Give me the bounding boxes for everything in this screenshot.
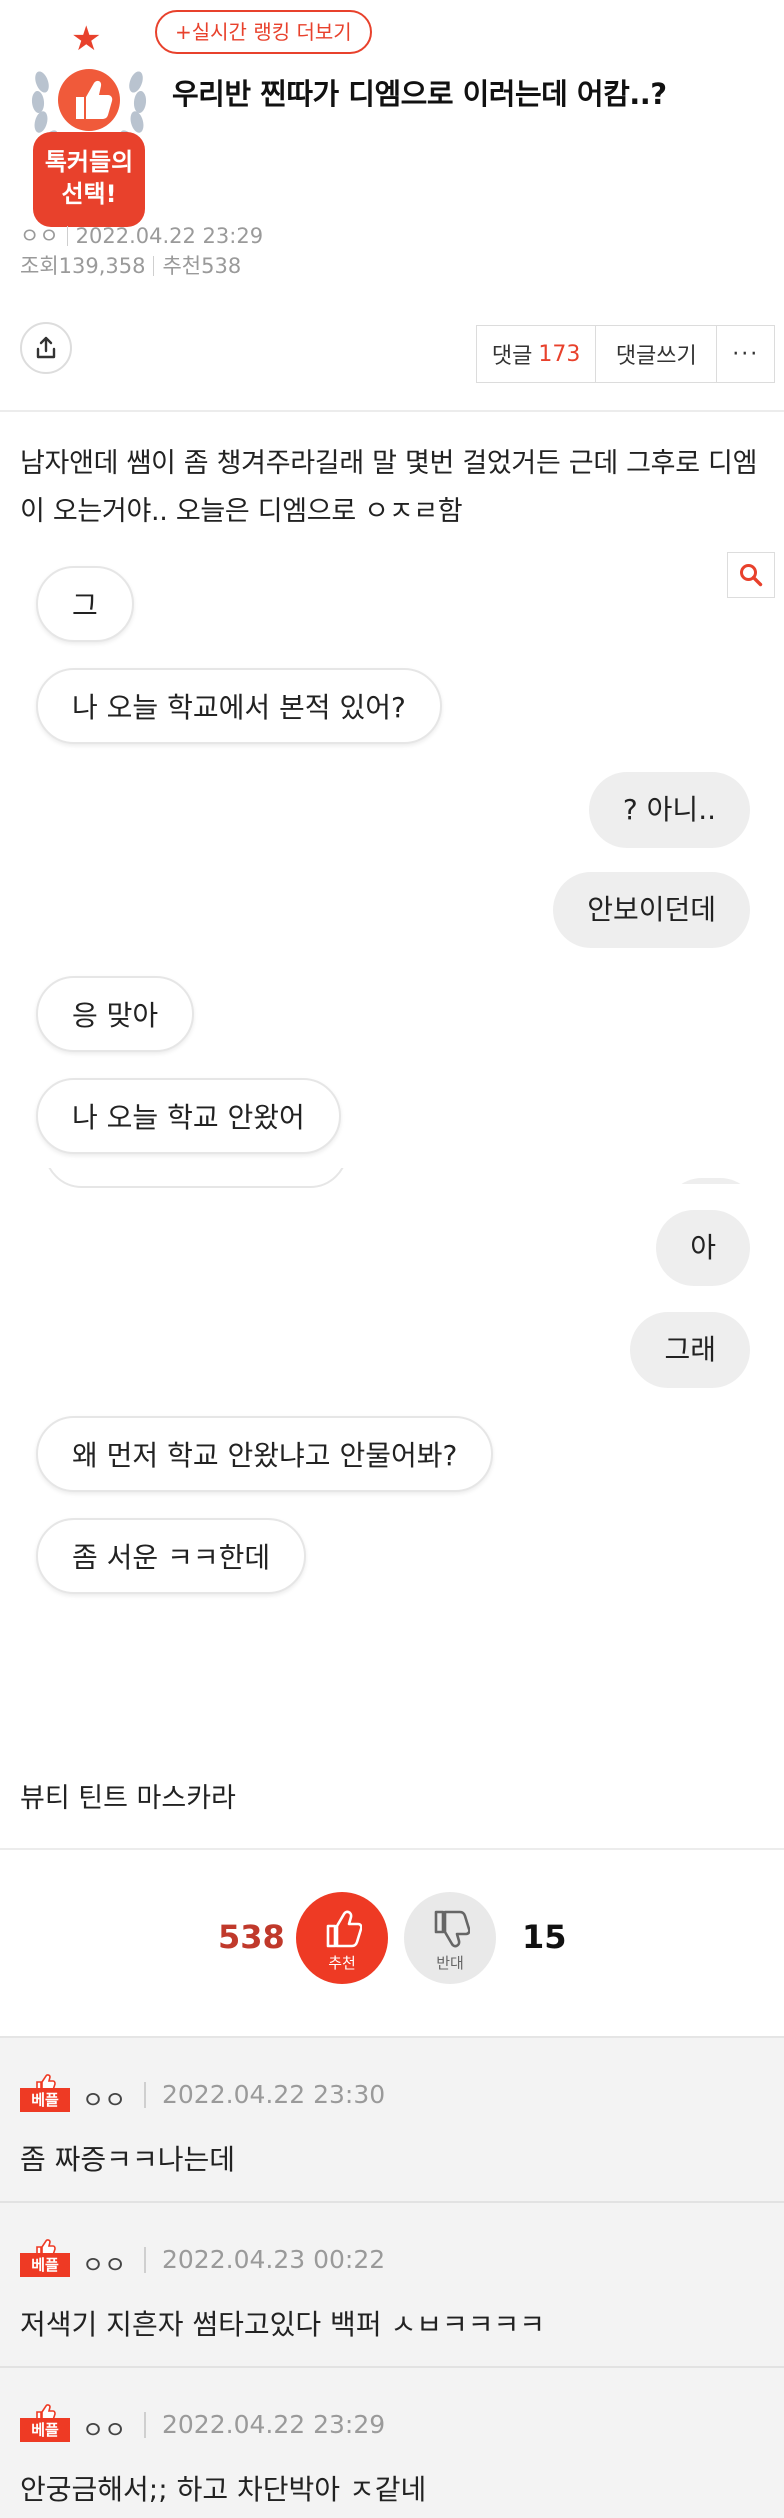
chat-bubble-received: 나 오늘 학교 안왔어 (36, 1078, 341, 1154)
divider (153, 256, 155, 276)
best-comment-badge: 베플 (20, 2074, 70, 2112)
divider (66, 226, 68, 246)
more-options-button[interactable]: ··· (717, 326, 774, 382)
post-intro-text: 남자앤데 쌤이 좀 챙겨주라길래 말 몇번 걸었거든 근데 그후로 디엠이 오는… (20, 448, 758, 527)
comments-label: 댓글 (491, 344, 533, 369)
author-name: ㅇㅇ (20, 224, 59, 248)
views-label: 조회 (20, 254, 59, 278)
downvote-label: 반대 (436, 1954, 464, 1972)
search-icon (740, 564, 763, 587)
comment-date: 2022.04.22 23:30 (162, 2080, 386, 2109)
comment-item: 베플 ㅇㅇ 2022.04.23 00:22 저색기 지흔자 썸타고있다 백퍼 … (0, 2203, 784, 2368)
divider (0, 410, 784, 412)
comment-author: ㅇㅇ (82, 2086, 127, 2114)
best-comment-badge: 베플 (20, 2239, 70, 2277)
divider (144, 2082, 146, 2108)
post-header: ★ 톡커들의 선택! +실시간 랭킹 더보기 우리반 찐따가 디엠으로 이러는데… (0, 0, 784, 300)
chat-bubble-sent: 안보이던데 (553, 872, 750, 948)
views-count: 139,358 (58, 254, 146, 278)
write-comment-button[interactable]: 댓글쓰기 (596, 326, 718, 382)
comment-text: 좀 짜증ㅋㅋ나는데 (20, 2143, 235, 2176)
chat-bubble-cropped (44, 1168, 344, 1192)
post-date: 2022.04.22 23:29 (75, 224, 264, 248)
chat-bubble-cropped (664, 1178, 758, 1184)
upvote-count: 538 (218, 1918, 285, 1956)
badge-label: 톡커들의 선택! (33, 132, 145, 227)
comments-count: 173 (538, 341, 581, 367)
chat-bubble-sent: ? 아니.. (588, 772, 750, 848)
best-badge-label: 베플 (20, 2253, 70, 2277)
likes-label: 추천 (162, 254, 202, 278)
comment-item: 베플 ㅇㅇ 2022.04.22 23:29 안궁금해서;; 하고 차단박아 ㅈ… (0, 2368, 784, 2518)
comments-button[interactable]: 댓글 173 (477, 326, 597, 382)
chat-bubble-received: 나 오늘 학교에서 본적 있어? (36, 668, 442, 744)
comment-author: ㅇㅇ (82, 2251, 127, 2279)
share-button[interactable] (20, 322, 72, 374)
thumbs-up-icon (326, 1910, 362, 1948)
comment-date: 2022.04.22 23:29 (162, 2410, 386, 2439)
chat-bubble-received: 그 (36, 566, 134, 642)
post-meta-stats: 조회139,358 추천538 (20, 250, 241, 280)
chat-bubble-received: 좀 서운 ㅋㅋ한데 (36, 1518, 307, 1594)
comment-text: 저색기 지흔자 썸타고있다 백퍼 ㅅㅂㅋㅋㅋㅋ (20, 2308, 546, 2341)
post-meta-author: ㅇㅇ 2022.04.22 23:29 (20, 220, 263, 250)
page-title: 우리반 찐따가 디엠으로 이러는데 어캄..? (172, 77, 667, 111)
talkers-choice-badge: ★ 톡커들의 선택! (24, 19, 154, 227)
upvote-button[interactable]: 추천 (296, 1892, 388, 1984)
chat-bubble-received: 응 맞아 (36, 976, 195, 1052)
best-comment-badge: 베플 (20, 2404, 70, 2442)
best-badge-label: 베플 (20, 2418, 70, 2442)
comment-date: 2022.04.23 00:22 (162, 2245, 386, 2274)
comment-author: ㅇㅇ (82, 2416, 127, 2444)
thumbs-up-icon (58, 69, 120, 131)
divider (144, 2247, 146, 2273)
best-badge-label: 베플 (20, 2088, 70, 2112)
divider (144, 2412, 146, 2438)
image-search-button[interactable] (727, 552, 775, 598)
comment-text: 안궁금해서;; 하고 차단박아 ㅈ같네 (20, 2473, 427, 2506)
best-comments-list: 베플 ㅇㅇ 2022.04.22 23:30 좀 짜증ㅋㅋ나는데 베플 ㅇㅇ 2… (0, 2038, 784, 2518)
ranking-more-link[interactable]: +실시간 랭킹 더보기 (155, 10, 372, 54)
thumbs-down-icon (434, 1910, 470, 1948)
divider (0, 1848, 784, 1850)
chat-bubble-received: 왜 먼저 학교 안왔냐고 안물어봐? (36, 1416, 494, 1492)
post-actions: 댓글 173 댓글쓰기 ··· (476, 325, 775, 383)
product-text: 뷰티 틴트 마스카라 (20, 1783, 236, 1814)
chat-bubble-sent: 그래 (630, 1312, 750, 1388)
star-icon: ★ (71, 19, 102, 59)
share-icon (36, 336, 56, 359)
downvote-button[interactable]: 반대 (404, 1892, 496, 1984)
chat-bubble-sent: 아 (656, 1210, 750, 1286)
likes-count: 538 (201, 254, 242, 278)
downvote-count: 15 (522, 1918, 567, 1956)
comment-item: 베플 ㅇㅇ 2022.04.22 23:30 좀 짜증ㅋㅋ나는데 (0, 2038, 784, 2203)
upvote-label: 추천 (328, 1954, 356, 1972)
